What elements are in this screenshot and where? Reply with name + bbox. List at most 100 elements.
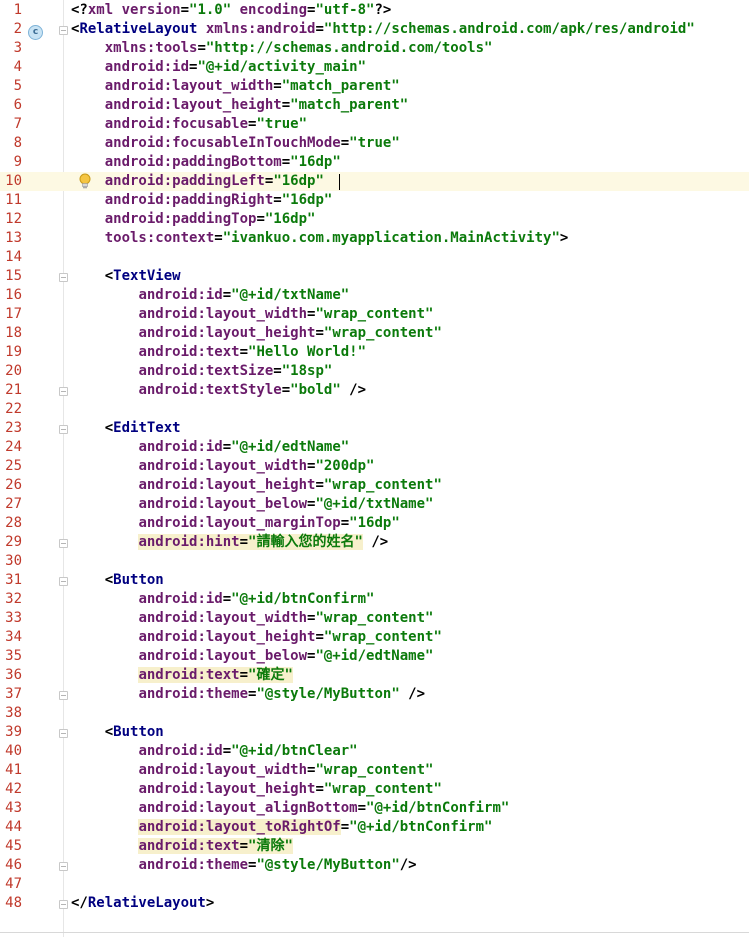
code-text[interactable]: android:id="@+id/activity_main" [71,58,366,77]
code-line[interactable]: 15 <TextView [0,267,749,286]
code-line[interactable]: 24 android:id="@+id/edtName" [0,438,749,457]
code-line[interactable]: 1 <?xml version="1.0" encoding="utf-8"?> [0,1,749,20]
code-line[interactable]: 22 [0,400,749,419]
code-line[interactable]: 25 android:layout_width="200dp" [0,457,749,476]
code-text[interactable]: android:layout_marginTop="16dp" [71,514,399,533]
code-line[interactable]: 11 android:paddingRight="16dp" [0,191,749,210]
fold-toggle-icon[interactable] [59,729,68,738]
code-text[interactable]: android:id="@+id/txtName" [71,286,349,305]
fold-toggle-icon[interactable] [59,577,68,586]
code-line[interactable]: 4 android:id="@+id/activity_main" [0,58,749,77]
lightbulb-icon[interactable] [78,173,92,190]
code-line[interactable]: 48 </RelativeLayout> [0,894,749,913]
code-text[interactable]: android:layout_height="match_parent" [71,96,408,115]
code-text[interactable]: android:id="@+id/btnConfirm" [71,590,374,609]
code-line[interactable]: 7 android:focusable="true" [0,115,749,134]
code-line[interactable]: 18 android:layout_height="wrap_content" [0,324,749,343]
code-line[interactable]: 45 android:text="清除" [0,837,749,856]
code-line[interactable]: 26 android:layout_height="wrap_content" [0,476,749,495]
code-text[interactable]: android:paddingRight="16dp" [71,191,333,210]
code-text[interactable]: <?xml version="1.0" encoding="utf-8"?> [71,1,391,20]
code-line[interactable]: 46 android:theme="@style/MyButton"/> [0,856,749,875]
code-line[interactable]: 39 <Button [0,723,749,742]
code-line[interactable]: 31 <Button [0,571,749,590]
fold-toggle-icon[interactable] [59,273,68,282]
code-line[interactable]: 33 android:layout_width="wrap_content" [0,609,749,628]
code-text[interactable]: android:layout_toRightOf="@+id/btnConfir… [71,818,492,837]
code-line[interactable]: 43 android:layout_alignBottom="@+id/btnC… [0,799,749,818]
code-text[interactable]: android:text="Hello World!" [71,343,366,362]
code-text[interactable]: xmlns:tools="http://schemas.android.com/… [71,39,493,58]
code-text[interactable]: tools:context="ivankuo.com.myapplication… [71,229,569,248]
code-text[interactable]: <Button [71,571,164,590]
code-text[interactable]: android:layout_width="wrap_content" [71,761,433,780]
code-line[interactable]: 44 android:layout_toRightOf="@+id/btnCon… [0,818,749,837]
code-text[interactable]: android:layout_width="wrap_content" [71,609,433,628]
code-text[interactable]: android:id="@+id/btnClear" [71,742,357,761]
code-line[interactable]: 23 <EditText [0,419,749,438]
code-text[interactable]: android:focusable="true" [71,115,307,134]
code-line[interactable]: 42 android:layout_height="wrap_content" [0,780,749,799]
code-line[interactable]: 14 [0,248,749,267]
code-line[interactable]: 37 android:theme="@style/MyButton" /> [0,685,749,704]
code-text[interactable]: android:theme="@style/MyButton"/> [71,856,416,875]
code-text[interactable]: android:text="清除" [71,837,293,856]
code-text[interactable]: android:layout_height="wrap_content" [71,780,441,799]
code-text[interactable]: <TextView [71,267,181,286]
code-text[interactable]: android:layout_alignBottom="@+id/btnConf… [71,799,509,818]
code-text[interactable]: android:layout_below="@+id/txtName" [71,495,433,514]
fold-toggle-icon[interactable] [59,425,68,434]
code-text[interactable]: <RelativeLayout xmlns:android="http://sc… [71,20,695,39]
class-c-icon[interactable]: c [28,25,43,40]
code-line[interactable]: 13 tools:context="ivankuo.com.myapplicat… [0,229,749,248]
code-text[interactable]: <Button [71,723,164,742]
code-text[interactable]: android:paddingBottom="16dp" [71,153,341,172]
code-line[interactable]: 6 android:layout_height="match_parent" [0,96,749,115]
code-line[interactable]: 19 android:text="Hello World!" [0,343,749,362]
code-editor[interactable]: 1 <?xml version="1.0" encoding="utf-8"?> 2… [0,0,749,937]
code-text[interactable]: android:layout_height="wrap_content" [71,628,441,647]
code-text[interactable]: android:textStyle="bold" /> [71,381,366,400]
code-line[interactable]: 34 android:layout_height="wrap_content" [0,628,749,647]
code-line[interactable]: 21 android:textStyle="bold" /> [0,381,749,400]
code-line[interactable]: 36 android:text="確定" [0,666,749,685]
code-line[interactable]: 27 android:layout_below="@+id/txtName" [0,495,749,514]
code-text[interactable]: android:layout_width="match_parent" [71,77,400,96]
code-line[interactable]: 38 [0,704,749,723]
code-text[interactable]: android:textSize="18sp" [71,362,332,381]
code-line[interactable]: 29 android:hint="請輸入您的姓名" /> [0,533,749,552]
code-text[interactable]: android:text="確定" [71,666,293,685]
code-text[interactable]: android:theme="@style/MyButton" /> [71,685,425,704]
fold-toggle-icon[interactable] [59,862,68,871]
code-text[interactable]: android:layout_height="wrap_content" [71,476,441,495]
code-line[interactable]: 12 android:paddingTop="16dp" [0,210,749,229]
code-line[interactable]: 5 android:layout_width="match_parent" [0,77,749,96]
code-text[interactable]: android:layout_width="200dp" [71,457,374,476]
code-text[interactable]: android:layout_width="wrap_content" [71,305,433,324]
code-line[interactable]: 41 android:layout_width="wrap_content" [0,761,749,780]
fold-toggle-icon[interactable] [59,26,68,35]
code-line[interactable]: 47 [0,875,749,894]
code-line[interactable]: 30 [0,552,749,571]
code-line[interactable]: 40 android:id="@+id/btnClear" [0,742,749,761]
fold-toggle-icon[interactable] [59,691,68,700]
code-text[interactable]: android:layout_below="@+id/edtName" [71,647,433,666]
code-line[interactable]: 16 android:id="@+id/txtName" [0,286,749,305]
code-text[interactable]: <EditText [71,419,181,438]
code-line[interactable]: 2 <RelativeLayout xmlns:android="http://s… [0,20,749,39]
code-line[interactable]: 10 android:paddingLeft="16dp" [0,172,749,191]
code-line[interactable]: 28 android:layout_marginTop="16dp" [0,514,749,533]
fold-toggle-icon[interactable] [59,900,68,909]
code-line[interactable]: 20 android:textSize="18sp" [0,362,749,381]
code-line[interactable]: 17 android:layout_width="wrap_content" [0,305,749,324]
code-text[interactable]: android:hint="請輸入您的姓名" /> [71,533,388,552]
code-text[interactable]: android:paddingLeft="16dp" [71,172,324,191]
fold-toggle-icon[interactable] [59,539,68,548]
code-line[interactable]: 32 android:id="@+id/btnConfirm" [0,590,749,609]
code-text[interactable]: android:focusableInTouchMode="true" [71,134,400,153]
code-line[interactable]: 3 xmlns:tools="http://schemas.android.co… [0,39,749,58]
code-text[interactable]: android:id="@+id/edtName" [71,438,349,457]
code-text[interactable]: android:paddingTop="16dp" [71,210,316,229]
fold-toggle-icon[interactable] [59,387,68,396]
code-line[interactable]: 9 android:paddingBottom="16dp" [0,153,749,172]
